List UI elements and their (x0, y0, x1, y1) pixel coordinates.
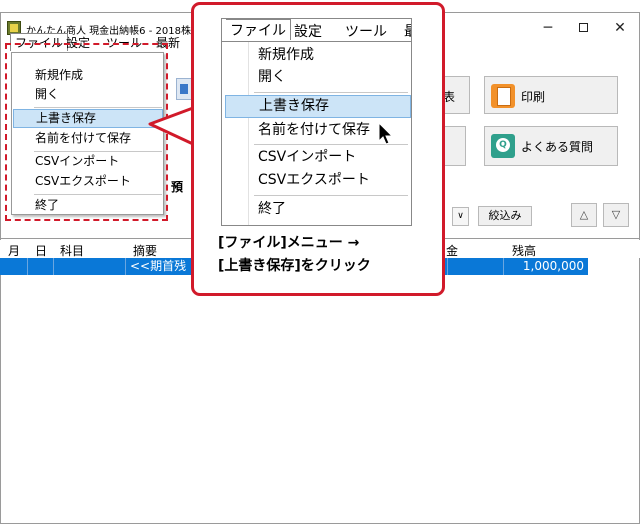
col-month: 月 (8, 244, 21, 258)
zoom-item-open: 開く (258, 69, 286, 85)
cell-day[interactable] (28, 258, 54, 275)
print-label: 印刷 (521, 90, 546, 104)
zoom-menu-bar: ファイル 設定 ツール 最 (222, 19, 411, 41)
maximize-button[interactable] (568, 17, 598, 39)
print-button[interactable]: 印刷 (484, 76, 618, 114)
move-up-button[interactable]: △ (571, 203, 597, 227)
move-down-button[interactable]: ▽ (603, 203, 629, 227)
print-icon (491, 84, 515, 108)
faq-icon (491, 134, 515, 158)
zoom-item-new: 新規作成 (258, 47, 314, 63)
col-summary: 摘要 (133, 244, 158, 258)
zoom-item-exit: 終了 (258, 201, 286, 217)
callout-caption-line2: [上書き保存]をクリック (218, 258, 371, 274)
faq-label: よくある質問 (521, 140, 594, 154)
cell-month[interactable] (0, 258, 28, 275)
zoom-menu-tools: ツール (345, 24, 387, 40)
zoom-item-csv-import: CSVインポート (258, 149, 357, 165)
cell-account[interactable] (54, 258, 126, 275)
close-button[interactable]: ✕ (605, 17, 635, 39)
cell-balance[interactable]: 1,000,000 (504, 258, 588, 275)
col-day: 日 (35, 244, 48, 258)
mouse-cursor-icon (378, 122, 394, 145)
zoom-menu-recent: 最 (404, 21, 411, 41)
zoom-menu-settings: 設定 (294, 24, 322, 40)
col-balance: 残高 (512, 244, 537, 258)
col-amount: 金 (446, 244, 459, 258)
zoom-separator (254, 195, 408, 196)
maximize-icon (578, 23, 588, 32)
zoom-separator (254, 92, 408, 93)
partial-label: 預 (171, 180, 184, 194)
zoom-item-csv-export: CSVエクスポート (258, 172, 370, 188)
highlight-dashed-frame (5, 43, 168, 221)
faq-button[interactable]: よくある質問 (484, 126, 618, 166)
filter-button[interactable]: 絞込み (478, 206, 532, 226)
filter-dropdown[interactable]: ∨ (452, 207, 469, 226)
cell-amount[interactable] (448, 258, 504, 275)
callout-caption-line1: [ファイル]メニュー → (218, 235, 360, 251)
minimize-button[interactable]: ─ (533, 17, 563, 39)
zoom-item-save: 上書き保存 (225, 95, 411, 118)
toolbar-partial-icon[interactable] (176, 78, 192, 100)
col-account: 科目 (60, 244, 85, 258)
zoom-menu-file: ファイル (226, 19, 291, 40)
